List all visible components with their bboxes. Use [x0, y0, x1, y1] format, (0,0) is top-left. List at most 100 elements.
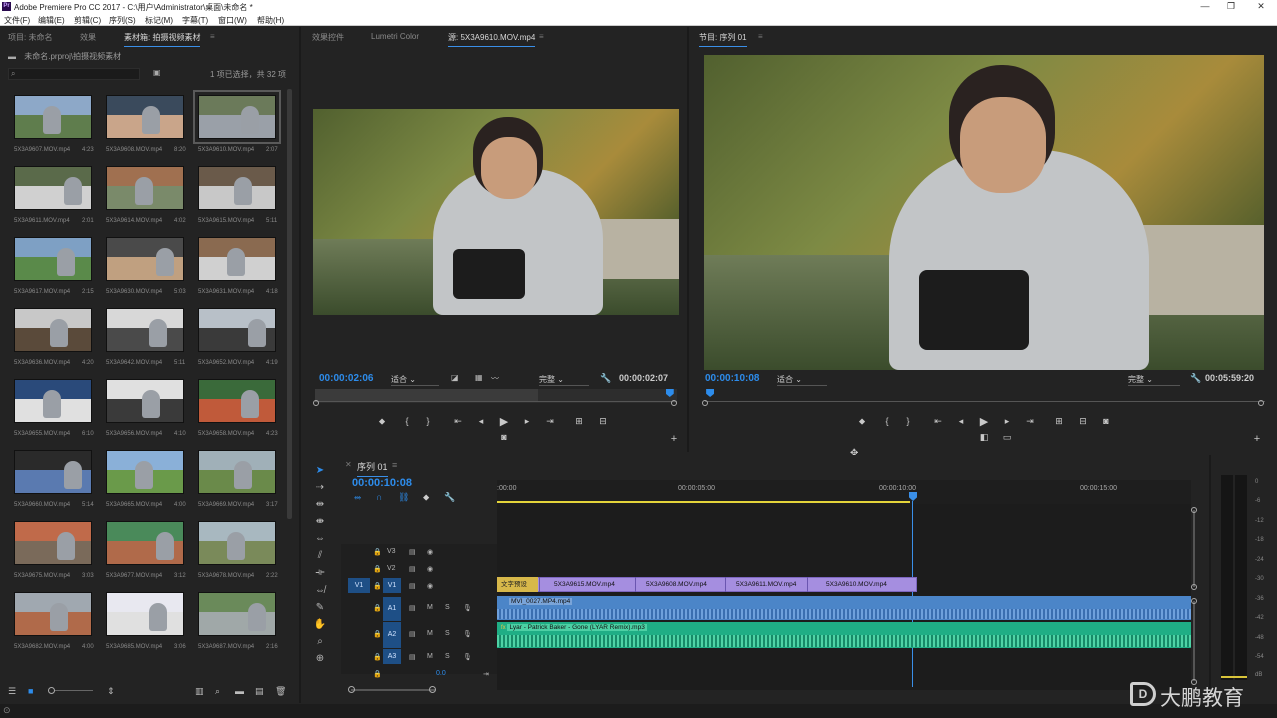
program-step-back-icon[interactable]: ◂ [954, 416, 968, 427]
program-step-forward-icon[interactable]: ▸ [1000, 416, 1014, 427]
work-area-bar[interactable] [497, 501, 910, 503]
timeline-close-icon[interactable]: ✕ [345, 460, 352, 469]
source-wrench-icon[interactable]: 🔧 [600, 373, 611, 384]
timeline-timecode[interactable]: 00:00:10:08 [352, 477, 412, 489]
pen-tool-icon[interactable]: ✎ [313, 602, 327, 616]
safe-margins-icon[interactable]: ▭ [1000, 432, 1014, 443]
tab-program[interactable]: 节目: 序列 01 [699, 32, 747, 47]
panel-menu-icon[interactable]: ≡ [210, 32, 215, 41]
tab-source[interactable]: 源: 5X3A9610.MOV.mp4 [448, 32, 536, 47]
master-nav-icon[interactable]: ⇥ [483, 670, 489, 678]
comparison-view-icon[interactable]: ◧ [977, 432, 991, 443]
find-icon[interactable]: ⌕ [215, 686, 220, 697]
v1-lock-icon[interactable]: 🔒 [373, 582, 382, 590]
go-to-in-icon[interactable]: ⇤ [451, 416, 465, 427]
snap-icon[interactable]: ∩ [376, 492, 382, 502]
menu-help[interactable]: 帮助(H) [257, 15, 284, 26]
source-fit-select[interactable]: 适合 ⌄ [391, 374, 439, 386]
audio-clip-a1[interactable]: MVI_0027.MP4.mp4 [497, 596, 1191, 620]
timeline-settings-icon[interactable]: 🔧 [444, 492, 455, 503]
a1-mic-icon[interactable]: 🎙 [463, 604, 472, 612]
slide-tool-icon[interactable]: ⇎ [313, 585, 327, 599]
clip-9610[interactable]: 5X3A9610.MOV.mp4 [807, 577, 917, 592]
source-drag-video-icon[interactable]: ▦ [475, 373, 483, 382]
tab-project[interactable]: 项目: 未命名 [8, 32, 52, 43]
minimize-icon[interactable]: — [1192, 1, 1218, 12]
a1-solo[interactable]: S [445, 604, 450, 611]
clip-thumbnail[interactable] [14, 308, 92, 352]
tab-lumetri[interactable]: Lumetri Color [371, 32, 419, 41]
v1-label[interactable]: V1 [383, 578, 401, 593]
timeline-hscroll-right-handle[interactable] [429, 686, 436, 693]
v2-lock-icon[interactable]: 🔒 [373, 565, 382, 573]
a2-sync-icon[interactable]: ▤ [409, 630, 416, 638]
source-zoom-left-handle[interactable] [313, 400, 319, 406]
clip-9611[interactable]: 5X3A9611.MOV.mp4 [725, 577, 807, 592]
source-panel-menu-icon[interactable]: ≡ [539, 32, 544, 41]
program-quality-select[interactable]: 完整 ⌄ [1128, 374, 1180, 386]
step-forward-icon[interactable]: ▸ [520, 416, 534, 427]
clip-thumbnail[interactable] [14, 379, 92, 423]
hand-tool-icon[interactable]: ✋ [313, 619, 327, 633]
video-vscroll[interactable] [1193, 510, 1195, 587]
insert-icon[interactable]: ⊞ [572, 416, 586, 427]
clip-thumbnail[interactable] [193, 90, 281, 144]
icon-view-icon[interactable]: ■ [28, 686, 33, 696]
program-wrench-icon[interactable]: 🔧 [1190, 373, 1201, 384]
close-icon[interactable]: ✕ [1248, 1, 1274, 12]
search-input[interactable]: ⌕ [8, 68, 140, 80]
master-volume[interactable]: 0.0 [436, 670, 446, 677]
new-item-icon[interactable]: ▤ [255, 686, 264, 697]
mark-out-icon[interactable]: } [421, 416, 435, 426]
program-scrub-area[interactable] [705, 389, 1265, 403]
menu-file[interactable]: 文件(F) [4, 15, 30, 26]
menu-clip[interactable]: 剪辑(C) [74, 15, 101, 26]
clip-thumbnail[interactable] [14, 166, 92, 210]
program-panel-menu-icon[interactable]: ≡ [758, 32, 763, 41]
timeline-panel-menu-icon[interactable]: ≡ [392, 460, 397, 470]
video-vscroll-top-handle[interactable] [1191, 507, 1197, 513]
a2-lock-icon[interactable]: 🔒 [373, 630, 382, 638]
v3-sync-icon[interactable]: ▤ [409, 548, 416, 556]
a1-label[interactable]: A1 [383, 597, 401, 621]
program-zoom-right-handle[interactable] [1258, 400, 1264, 406]
source-drag-audio-icon[interactable]: 〰 [491, 373, 499, 384]
tab-sequence[interactable]: 序列 01 [357, 460, 388, 477]
a1-sync-icon[interactable]: ▤ [409, 604, 416, 612]
source-patch-v1[interactable]: V1 [348, 578, 370, 593]
razor-tool-icon[interactable]: ⫽ [313, 550, 327, 564]
a3-mute[interactable]: M [427, 653, 433, 660]
a2-mute[interactable]: M [427, 630, 433, 637]
v2-sync-icon[interactable]: ▤ [409, 565, 416, 573]
new-bin-bottom-icon[interactable]: ▬ [235, 686, 244, 696]
source-zoom-right-handle[interactable] [671, 400, 677, 406]
menu-sequence[interactable]: 序列(S) [109, 15, 136, 26]
a2-label[interactable]: A2 [383, 622, 401, 648]
v2-label[interactable]: V2 [387, 565, 396, 572]
step-back-icon[interactable]: ◂ [474, 416, 488, 427]
menu-window[interactable]: 窗口(W) [218, 15, 247, 26]
clip-text-preset[interactable]: 文字预设 [497, 577, 538, 592]
clip-9615[interactable]: 5X3A9615.MOV.mp4 [539, 577, 635, 592]
a2-mic-icon[interactable]: 🎙 [463, 630, 472, 638]
v1-eye-icon[interactable]: ◉ [427, 582, 433, 590]
source-settings-icon[interactable]: ◪ [451, 373, 459, 382]
menu-title[interactable]: 字幕(T) [182, 15, 208, 26]
clip-thumbnail[interactable] [198, 166, 276, 210]
play-icon[interactable]: ▶ [497, 415, 511, 428]
automate-icon[interactable]: ▥ [195, 686, 204, 697]
slip-tool-icon[interactable]: ⟛ [313, 567, 327, 581]
time-ruler[interactable]: :00:00 00:00:05:00 00:00:10:00 00:00:15:… [497, 480, 1191, 504]
a3-lock-icon[interactable]: 🔒 [373, 653, 382, 661]
track-select-tool-icon[interactable]: ⇢ [313, 482, 327, 496]
menu-edit[interactable]: 编辑(E) [38, 15, 65, 26]
clip-thumbnail[interactable] [106, 450, 184, 494]
clip-thumbnail[interactable] [106, 379, 184, 423]
rate-stretch-tool-icon[interactable]: ⇔ [313, 533, 327, 547]
v3-eye-icon[interactable]: ◉ [427, 548, 433, 556]
clip-thumbnail[interactable] [198, 379, 276, 423]
source-quality-select[interactable]: 完整 ⌄ [539, 374, 589, 386]
nest-toggle-icon[interactable]: ⥈ [354, 492, 361, 503]
program-go-to-out-icon[interactable]: ⇥ [1023, 416, 1037, 427]
source-add-button-icon[interactable]: + [667, 433, 681, 445]
